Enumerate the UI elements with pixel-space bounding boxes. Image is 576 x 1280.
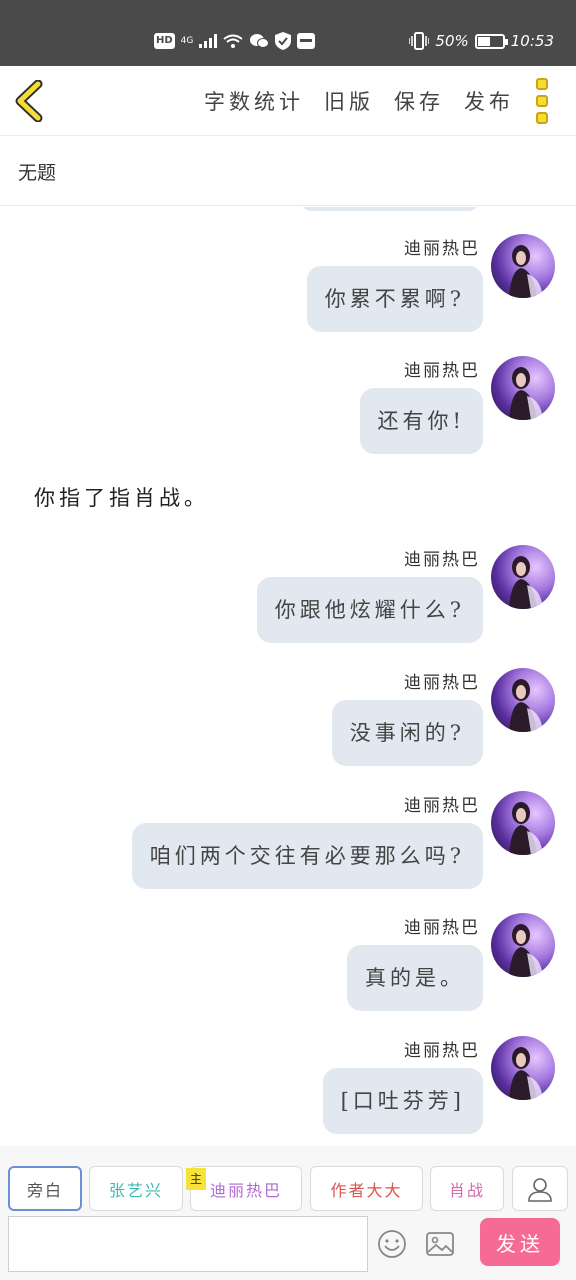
app-notification-icon [297,33,316,49]
toolbar-actions: 字数统计 旧版 保存 发布 [204,86,514,116]
word-count-button[interactable]: 字数统计 [204,86,304,116]
role-label: 作者大大 [330,1180,403,1200]
clock: 10:53 [510,32,554,50]
chat-message[interactable]: 迪丽热巴 真的是。 [0,913,576,1023]
message-bubble[interactable]: 真的是。 [347,945,483,1011]
avatar[interactable] [491,791,555,855]
chevron-left-icon [15,79,43,123]
role-label: 迪丽热巴 [209,1180,282,1200]
chat-area[interactable]: 迪丽热巴 你累不累啊? 迪丽热巴 还有你! 你指了指肖战。 迪丽热巴 你跟他炫耀… [0,207,576,1147]
role-author[interactable]: 作者大大 [310,1166,423,1211]
message-sender: 迪丽热巴 [404,1041,480,1061]
message-bubble[interactable]: 你累不累啊? [306,266,483,332]
role-zhang-yixing[interactable]: 张艺兴 [89,1166,183,1211]
main-character-tag: 主 [186,1168,206,1190]
shield-icon [275,32,292,50]
narration-text[interactable]: 你指了指肖战。 [34,482,209,512]
wifi-icon [223,34,243,48]
avatar[interactable] [491,1036,555,1100]
back-button[interactable] [12,79,52,123]
status-icons-right: 50% 10:53 [409,32,554,50]
chat-message[interactable]: 迪丽热巴 咱们两个交往有必要那么吗? [0,791,576,901]
chat-message[interactable]: 迪丽热巴 没事闲的? [0,668,576,778]
hd-badge: HD [154,33,175,49]
battery-icon [474,33,508,49]
chat-message[interactable]: 迪丽热巴 还有你! [0,356,576,466]
battery-level [477,36,490,46]
story-title-row[interactable]: 无题 [0,136,576,206]
message-sender: 迪丽热巴 [404,673,480,693]
more-menu-button[interactable] [536,78,552,124]
avatar[interactable] [491,545,555,609]
message-sender: 迪丽热巴 [404,239,480,259]
network-type: 4G [180,36,194,46]
vibrate-icon [409,32,430,50]
smiley-icon [378,1230,406,1258]
message-sender: 迪丽热巴 [404,918,480,938]
input-bar: 发送 [0,1214,576,1280]
message-bubble[interactable]: 咱们两个交往有必要那么吗? [131,823,483,889]
avatar[interactable] [491,234,555,298]
role-xiao-zhan[interactable]: 肖战 [430,1166,504,1211]
status-bar: HD 4G 50% 10:53 [0,0,576,66]
more-dot-icon [536,112,548,124]
story-title: 无题 [18,162,57,184]
chat-message[interactable]: 迪丽热巴 [口吐芬芳] [0,1036,576,1146]
message-bubble[interactable]: 没事闲的? [331,700,483,766]
message-sender: 迪丽热巴 [404,361,480,381]
message-bubble[interactable]: 你跟他炫耀什么? [256,577,483,643]
publish-button[interactable]: 发布 [464,86,514,116]
editor-toolbar: 字数统计 旧版 保存 发布 [0,66,576,136]
message-sender: 迪丽热巴 [404,550,480,570]
old-version-button[interactable]: 旧版 [324,86,374,116]
avatar[interactable] [491,668,555,732]
role-label: 旁白 [26,1180,63,1200]
wechat-icon [250,34,270,48]
avatar[interactable] [491,356,555,420]
battery-percent: 50% [435,32,469,50]
user-icon [528,1177,552,1202]
image-icon [426,1232,454,1256]
role-label: 张艺兴 [108,1180,163,1200]
role-label: 肖战 [448,1180,485,1200]
message-input[interactable] [8,1216,368,1272]
role-dilraba[interactable]: 迪丽热巴 [190,1166,302,1211]
send-button[interactable]: 发送 [480,1218,560,1266]
emoji-button[interactable] [376,1228,408,1260]
image-button[interactable] [424,1228,456,1260]
message-bubble[interactable]: 还有你! [359,388,483,454]
avatar[interactable] [491,913,555,977]
more-dot-icon [536,95,548,107]
role-selector: 旁白 张艺兴 迪丽热巴 主 作者大大 肖战 [0,1146,576,1214]
status-icons-left: HD 4G [154,32,316,50]
message-bubble[interactable]: [口吐芬芳] [322,1068,483,1134]
message-sender: 迪丽热巴 [404,796,480,816]
role-narrator[interactable]: 旁白 [8,1166,82,1211]
add-role-button[interactable] [512,1166,568,1211]
partial-message-bubble [300,207,480,211]
save-button[interactable]: 保存 [394,86,444,116]
chat-message[interactable]: 迪丽热巴 你跟他炫耀什么? [0,545,576,655]
more-dot-icon [536,78,548,90]
chat-message[interactable]: 迪丽热巴 你累不累啊? [0,234,576,344]
signal-icon [199,34,218,48]
